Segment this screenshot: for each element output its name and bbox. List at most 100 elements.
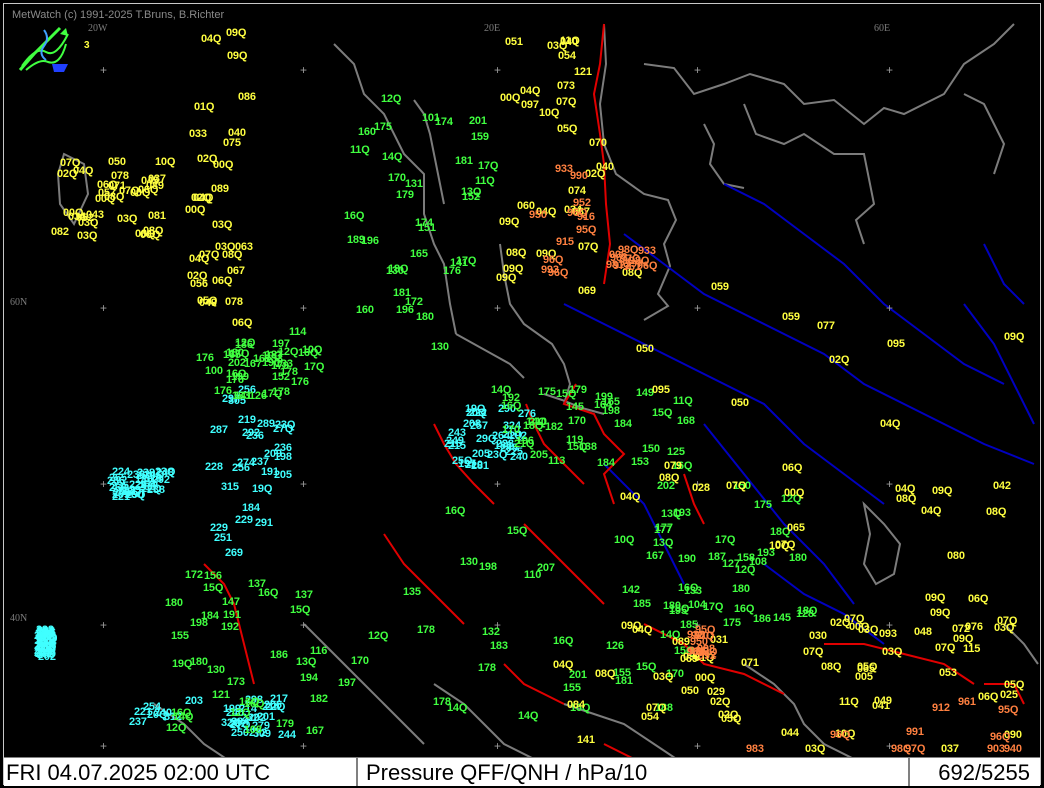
station-value-green[interactable]: 173 bbox=[227, 677, 245, 688]
station-value-yellow[interactable]: 04Q bbox=[201, 34, 221, 45]
station-value-yellow[interactable]: 00Q bbox=[500, 93, 520, 104]
station-value-cyan[interactable]: 244 bbox=[278, 730, 296, 741]
station-value-green[interactable]: 11Q bbox=[673, 396, 693, 407]
station-value-green[interactable]: 133 bbox=[684, 586, 702, 597]
station-value-yellow[interactable]: 097 bbox=[521, 100, 539, 111]
station-value-yellow[interactable]: 09Q bbox=[226, 28, 246, 39]
station-value-yellow[interactable]: 070 bbox=[589, 138, 607, 149]
station-value-yellow[interactable]: 050 bbox=[108, 157, 126, 168]
station-value-green[interactable]: 201 bbox=[569, 670, 587, 681]
station-value-cyan[interactable]: 229 bbox=[235, 515, 253, 526]
station-value-cyan[interactable]: 240 bbox=[154, 708, 172, 719]
station-value-green[interactable]: 17Q bbox=[715, 535, 735, 546]
station-value-yellow[interactable]: 04Q bbox=[620, 492, 640, 503]
station-value-yellow[interactable]: 03Q bbox=[882, 647, 902, 658]
station-value-yellow[interactable]: 06Q bbox=[782, 463, 802, 474]
station-value-green[interactable]: 12Q bbox=[381, 94, 401, 105]
station-value-green[interactable]: 175 bbox=[374, 122, 392, 133]
station-value-yellow[interactable]: 11Q bbox=[560, 36, 580, 47]
station-value-yellow[interactable]: 075 bbox=[223, 138, 241, 149]
station-value-yellow[interactable]: 025 bbox=[1000, 690, 1018, 701]
station-value-orange[interactable]: 933 bbox=[555, 164, 573, 175]
station-value-green[interactable]: 180 bbox=[416, 312, 434, 323]
station-value-green[interactable]: 100 bbox=[205, 366, 223, 377]
station-value-orange[interactable]: 97Q bbox=[905, 744, 925, 755]
station-value-orange[interactable]: 96Q bbox=[990, 732, 1010, 743]
station-value-green[interactable]: 13Q bbox=[296, 657, 316, 668]
station-value-green[interactable]: 182 bbox=[545, 422, 563, 433]
station-value-green[interactable]: 155 bbox=[613, 668, 631, 679]
station-value-yellow[interactable]: 00Q bbox=[695, 673, 715, 684]
station-value-green[interactable]: 17Q bbox=[456, 256, 476, 267]
station-value-green[interactable]: 108 bbox=[244, 725, 262, 736]
station-value-cyan[interactable]: 269 bbox=[225, 548, 243, 559]
station-value-orange[interactable]: 96Q bbox=[543, 255, 563, 266]
station-value-yellow[interactable]: 086 bbox=[238, 92, 256, 103]
station-value-green[interactable]: 165 bbox=[410, 249, 428, 260]
station-value-cyan[interactable]: 23Q bbox=[155, 467, 175, 478]
station-value-yellow[interactable]: 06Q bbox=[97, 180, 117, 191]
station-value-yellow[interactable]: 02Q bbox=[585, 169, 605, 180]
station-value-yellow[interactable]: 044 bbox=[781, 728, 799, 739]
station-value-yellow[interactable]: 065 bbox=[787, 523, 805, 534]
station-value-green[interactable]: 168 bbox=[677, 416, 695, 427]
weather-map-canvas[interactable] bbox=[4, 4, 1041, 785]
station-value-green[interactable]: 18Q bbox=[797, 606, 817, 617]
station-value-orange[interactable]: 912 bbox=[932, 703, 950, 714]
station-value-yellow[interactable]: 08Q bbox=[506, 248, 526, 259]
station-value-green[interactable]: 164 bbox=[594, 400, 612, 411]
station-value-green[interactable]: 13Q bbox=[661, 509, 681, 520]
station-value-green[interactable]: 156 bbox=[204, 571, 222, 582]
station-value-orange[interactable]: 96Q bbox=[689, 646, 709, 657]
station-value-yellow[interactable]: 073 bbox=[557, 81, 575, 92]
station-value-yellow[interactable]: 09Q bbox=[499, 217, 519, 228]
station-value-yellow[interactable]: 02Q bbox=[187, 271, 207, 282]
station-value-yellow[interactable]: 02Q bbox=[710, 697, 730, 708]
station-value-green[interactable]: 191 bbox=[223, 610, 241, 621]
station-value-green[interactable]: 170 bbox=[351, 656, 369, 667]
station-value-yellow[interactable]: 078 bbox=[225, 297, 243, 308]
station-value-green[interactable]: 142 bbox=[622, 585, 640, 596]
station-value-yellow[interactable]: 03Q bbox=[653, 672, 673, 683]
station-value-yellow[interactable]: 071 bbox=[741, 658, 759, 669]
station-value-yellow[interactable]: 05Q bbox=[857, 662, 877, 673]
station-value-green[interactable]: 186 bbox=[753, 614, 771, 625]
station-value-green[interactable]: 12Q bbox=[166, 723, 186, 734]
station-value-cyan[interactable]: 184 bbox=[242, 503, 260, 514]
station-value-yellow[interactable]: 06Q bbox=[968, 594, 988, 605]
station-value-green[interactable]: 130 bbox=[460, 557, 478, 568]
station-value-green[interactable]: 13Q bbox=[461, 187, 481, 198]
station-value-green[interactable]: 113 bbox=[548, 456, 565, 467]
station-value-yellow[interactable]: 06Q bbox=[212, 276, 232, 287]
station-value-orange[interactable]: 98Q bbox=[629, 256, 649, 267]
station-value-yellow[interactable]: 093 bbox=[879, 629, 897, 640]
station-value-yellow[interactable]: 082 bbox=[51, 227, 69, 238]
station-value-yellow[interactable]: 00Q bbox=[213, 160, 233, 171]
station-value-green[interactable]: 145 bbox=[566, 402, 584, 413]
station-value-green[interactable]: 108 bbox=[749, 557, 767, 568]
station-value-orange[interactable]: 95Q bbox=[576, 225, 596, 236]
station-value-green[interactable]: 11Q bbox=[475, 176, 495, 187]
station-value-yellow[interactable]: 07Q bbox=[578, 242, 598, 253]
station-value-green[interactable]: 114 bbox=[289, 327, 306, 338]
station-value-green[interactable]: 125 bbox=[667, 447, 685, 458]
station-value-green[interactable]: 199 bbox=[231, 372, 249, 383]
station-value-green[interactable]: 16Q bbox=[553, 636, 573, 647]
station-value-green[interactable]: 175 bbox=[723, 618, 741, 629]
station-value-yellow[interactable]: 079 bbox=[664, 461, 682, 472]
station-value-green[interactable]: 176 bbox=[214, 386, 232, 397]
station-value-green[interactable]: 186 bbox=[270, 650, 288, 661]
station-value-green[interactable]: 150 bbox=[642, 444, 660, 455]
station-value-yellow[interactable]: 077 bbox=[817, 321, 835, 332]
station-value-green[interactable]: 17Q bbox=[478, 161, 498, 172]
station-value-green[interactable]: 176 bbox=[291, 377, 309, 388]
station-value-orange[interactable]: 97Q bbox=[694, 631, 714, 642]
station-value-green[interactable]: 178 bbox=[433, 697, 451, 708]
station-value-green[interactable]: 183 bbox=[490, 641, 508, 652]
station-value-yellow[interactable]: 09Q bbox=[932, 486, 952, 497]
station-value-green[interactable]: 11Q bbox=[350, 145, 370, 156]
station-value-yellow[interactable]: 028 bbox=[692, 483, 710, 494]
station-value-yellow[interactable]: 095 bbox=[887, 339, 905, 350]
station-value-green[interactable]: 172 bbox=[405, 297, 423, 308]
station-value-yellow[interactable]: 09Q bbox=[925, 593, 945, 604]
